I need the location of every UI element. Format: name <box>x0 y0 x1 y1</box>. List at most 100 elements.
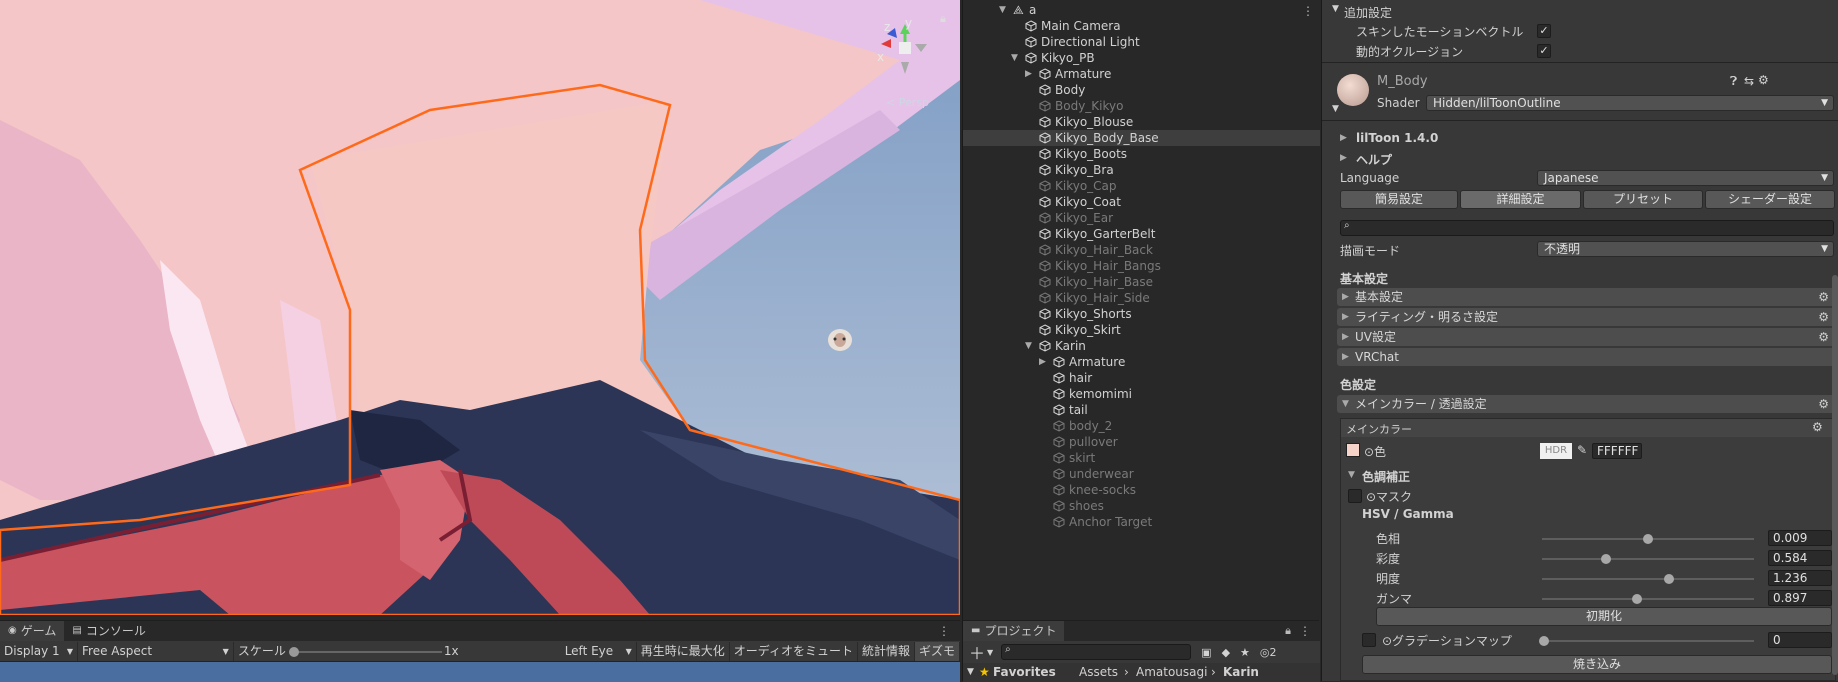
hierarchy-item[interactable]: Kikyo_Cap <box>963 178 1320 194</box>
tab-project[interactable]: ▬ プロジェクト <box>963 621 1065 641</box>
gradation-map-slot[interactable] <box>1362 633 1376 647</box>
scale-slider[interactable] <box>291 650 442 653</box>
project-search-input[interactable]: ⌕ <box>1001 644 1192 660</box>
hsv-value-field[interactable]: 0.584 <box>1768 550 1832 566</box>
game-view[interactable] <box>0 662 960 682</box>
collapse-arrow-icon[interactable]: ▼ <box>999 2 1009 18</box>
preset-icon[interactable]: ⇆ <box>1744 74 1754 88</box>
main-color-section[interactable]: ▼ メインカラー / 透過設定 ⚙ <box>1337 395 1837 413</box>
expand-arrow-icon[interactable]: ▶ <box>1025 66 1035 82</box>
lock-icon[interactable]: 🔒︎ <box>940 12 946 26</box>
collapse-arrow-icon[interactable]: ▼ <box>1011 50 1021 66</box>
persp-label[interactable]: < Persp <box>886 96 929 109</box>
gear-icon[interactable]: ⚙ <box>1758 73 1769 87</box>
hierarchy-item[interactable]: Kikyo_Hair_Side <box>963 290 1320 306</box>
scene-menu-icon[interactable]: ⋮ <box>1302 3 1314 19</box>
inspector-search-input[interactable]: ⌕ <box>1340 220 1834 236</box>
expand-arrow-icon[interactable]: ▶ <box>1039 354 1049 370</box>
chevron-down-icon[interactable]: ▼ <box>987 648 993 657</box>
gear-icon[interactable]: ⚙ <box>1818 328 1829 346</box>
liltoon-version[interactable]: lilToon 1.4.0 <box>1356 131 1438 145</box>
tab-simple-settings[interactable]: 簡易設定 <box>1340 190 1458 209</box>
expand-arrow-icon[interactable]: ▶ <box>1340 133 1347 143</box>
color-hex-field[interactable]: FFFFFF <box>1592 443 1642 459</box>
hdr-color-field[interactable]: HDR <box>1540 443 1572 459</box>
tab-advanced-settings[interactable]: 詳細設定 <box>1460 190 1581 209</box>
breadcrumb-amatousagi[interactable]: Amatousagi <box>1136 663 1207 682</box>
skinned-motion-checkbox[interactable]: ✓ <box>1537 24 1551 38</box>
gradation-value-field[interactable]: 0 <box>1768 632 1832 648</box>
hierarchy-item[interactable]: ▼ Kikyo_PB <box>963 50 1320 66</box>
hierarchy-item[interactable]: ▼ Karin <box>963 338 1320 354</box>
dynamic-occlusion-checkbox[interactable]: ✓ <box>1537 44 1551 58</box>
hierarchy-item[interactable]: Kikyo_Skirt <box>963 322 1320 338</box>
expand-arrow-icon[interactable]: ▶ <box>1340 153 1347 163</box>
mute-audio-button[interactable]: オーディオをミュート <box>730 641 858 661</box>
hierarchy-item[interactable]: Kikyo_Bra <box>963 162 1320 178</box>
hsv-value-field[interactable]: 0.897 <box>1768 590 1832 606</box>
hsv-slider-knob[interactable] <box>1643 534 1653 544</box>
filter-by-label-icon[interactable]: ◆ <box>1222 646 1230 659</box>
hierarchy-item[interactable]: Kikyo_Blouse <box>963 114 1320 130</box>
hsv-value-field[interactable]: 0.009 <box>1768 530 1832 546</box>
tab-game[interactable]: ◉ ゲーム <box>0 621 65 641</box>
breadcrumb-karin[interactable]: Karin <box>1223 663 1259 682</box>
favorites-label[interactable]: Favorites <box>993 663 1056 682</box>
collapse-arrow-icon[interactable]: ▼ <box>1025 338 1035 354</box>
mask-texture-slot[interactable] <box>1348 489 1362 503</box>
color-swatch-icon[interactable] <box>1346 443 1360 457</box>
hierarchy-item[interactable]: Kikyo_Ear <box>963 210 1320 226</box>
shader-dropdown[interactable]: Hidden/lilToonOutline ▼ <box>1426 95 1834 111</box>
scene-view[interactable]: z y x < Persp 🔒︎ <box>0 0 960 615</box>
collapse-arrow-icon[interactable]: ▼ <box>1332 4 1339 14</box>
gizmos-button[interactable]: ギズモ <box>914 641 960 661</box>
tab-presets[interactable]: プリセット <box>1583 190 1703 209</box>
hierarchy-item[interactable]: Body <box>963 82 1320 98</box>
stats-button[interactable]: 統計情報 <box>858 641 915 661</box>
hierarchy-item[interactable]: Kikyo_Hair_Back <box>963 242 1320 258</box>
gradation-slider-knob[interactable] <box>1539 636 1549 646</box>
reset-button[interactable]: 初期化 <box>1376 607 1832 626</box>
hierarchy-item[interactable]: knee-socks <box>963 482 1320 498</box>
language-dropdown[interactable]: Japanese ▼ <box>1537 170 1834 186</box>
create-plus-icon[interactable]: ＋ <box>969 640 985 664</box>
hierarchy-item[interactable]: Kikyo_Boots <box>963 146 1320 162</box>
hierarchy-item[interactable]: underwear <box>963 466 1320 482</box>
collapse-arrow-icon[interactable]: ▼ <box>1348 470 1355 480</box>
gear-icon[interactable]: ⚙ <box>1818 395 1829 413</box>
hierarchy-item[interactable]: body_2 <box>963 418 1320 434</box>
gradation-slider[interactable] <box>1544 640 1754 642</box>
collapse-arrow-icon[interactable]: ▼ <box>1332 104 1339 114</box>
hidden-eye-icon[interactable]: ◎ <box>1260 646 1270 659</box>
hierarchy-item[interactable]: kemomimi <box>963 386 1320 402</box>
hierarchy-item[interactable]: skirt <box>963 450 1320 466</box>
favorite-star-icon[interactable]: ★ <box>1240 646 1250 659</box>
hierarchy-item[interactable]: Kikyo_Hair_Base <box>963 274 1320 290</box>
tab-console[interactable]: ▤ コンソール <box>64 621 153 641</box>
display-dropdown[interactable]: Display 1 ▼ <box>0 641 79 661</box>
hsv-slider[interactable] <box>1542 558 1754 560</box>
hsv-value-field[interactable]: 1.236 <box>1768 570 1832 586</box>
help-icon[interactable]: ❓︎ <box>1730 74 1737 89</box>
aspect-dropdown[interactable]: Free Aspect ▼ <box>78 641 234 661</box>
hierarchy-item[interactable]: Kikyo_Hair_Bangs <box>963 258 1320 274</box>
hierarchy-item[interactable]: Kikyo_Shorts <box>963 306 1320 322</box>
hierarchy-item[interactable]: shoes <box>963 498 1320 514</box>
gear-icon[interactable]: ⚙ <box>1812 420 1823 434</box>
hsv-slider[interactable] <box>1542 578 1754 580</box>
bake-button[interactable]: 焼き込み <box>1362 655 1832 674</box>
hierarchy-item[interactable]: Body_Kikyo <box>963 98 1320 114</box>
scale-slider-knob[interactable] <box>288 646 299 657</box>
hierarchy-item[interactable]: hair <box>963 370 1320 386</box>
gear-icon[interactable]: ⚙ <box>1818 308 1829 326</box>
basic-section[interactable]: ▶ ライティング・明るさ設定 ⚙ <box>1337 308 1837 326</box>
hierarchy-item[interactable]: Main Camera <box>963 18 1320 34</box>
render-mode-dropdown[interactable]: 不透明 ▼ <box>1537 241 1834 257</box>
hierarchy-item[interactable]: Anchor Target <box>963 514 1320 530</box>
hsv-slider-knob[interactable] <box>1600 554 1611 564</box>
hierarchy-item[interactable]: tail <box>963 402 1320 418</box>
eye-dropdown[interactable]: Left Eye ▼ <box>561 641 637 661</box>
hierarchy-item[interactable]: Directional Light <box>963 34 1320 50</box>
lock-icon[interactable]: 🔒︎ <box>1285 624 1291 638</box>
color-correction-header[interactable]: 色調補正 <box>1362 468 1410 485</box>
